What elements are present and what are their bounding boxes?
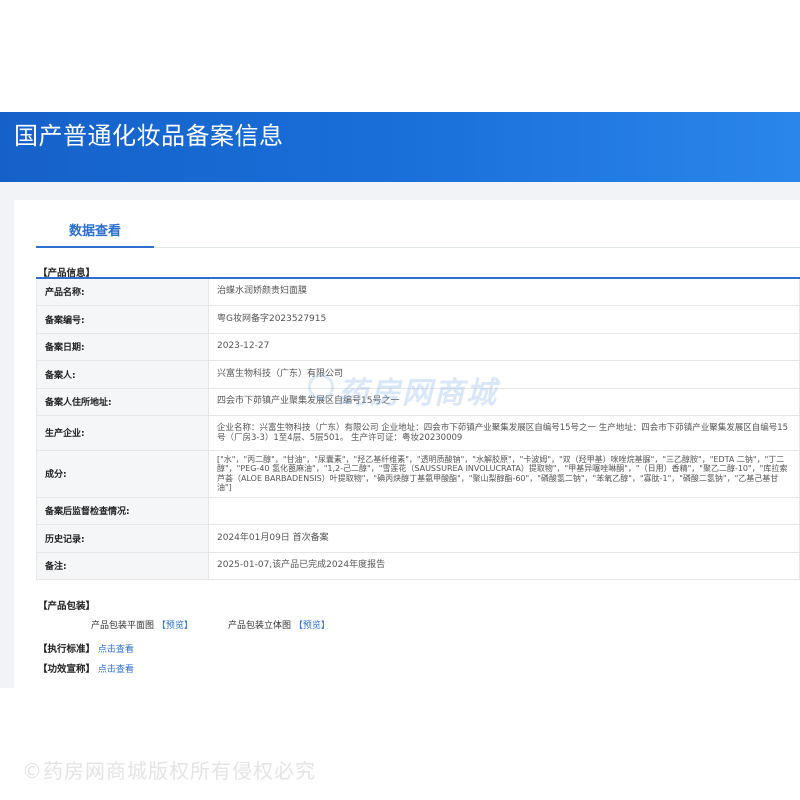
tab-data-view-label: 数据查看 xyxy=(68,224,121,239)
table-row: 产品名称: 治蝶水润娇颜贵妇面膜 xyxy=(36,277,800,306)
row-label: 产品名称: xyxy=(36,277,209,306)
packaging-solid-label: 产品包装立体图 xyxy=(228,621,292,631)
standard-view-link[interactable]: 点击查看 xyxy=(98,645,134,655)
row-label: 备案人住所地址: xyxy=(36,387,209,416)
row-label: 备案日期: xyxy=(36,332,209,361)
filer-address-value: 四会市下茆镇产业聚集发展区自编号15号之一 xyxy=(208,387,800,416)
watermark-logo-icon xyxy=(308,374,334,400)
table-row: 成分: ["水"，"丙二醇"，"甘油"，"尿囊素"，"羟乙基纤维素"，"透明质酸… xyxy=(36,449,800,498)
remarks-value: 2025-01-07,该产品已完成2024年度报告 xyxy=(208,551,800,580)
inspection-value xyxy=(208,496,800,525)
content-panel: 数据查看 【产品信息】 产品名称: 治蝶水润娇颜贵妇面膜 备案编号: 粤G妆网备… xyxy=(14,200,800,688)
page-title: 国产普通化妆品备案信息 xyxy=(14,122,284,150)
table-row: 备案编号: 粤G妆网备字2023527915 xyxy=(36,304,800,334)
top-blank-area xyxy=(0,0,800,112)
row-label: 生产企业: xyxy=(36,414,209,451)
history-value: 2024年01月09日 首次备案 xyxy=(208,523,800,553)
page-banner: 国产普通化妆品备案信息 xyxy=(0,112,800,182)
left-gutter xyxy=(0,200,14,688)
row-label: 备案人: xyxy=(36,359,209,389)
watermark-middle: 药房网商城 xyxy=(338,376,498,411)
row-label: 成分: xyxy=(36,449,209,498)
filing-number-value: 粤G妆网备字2023527915 xyxy=(208,304,800,334)
watermark-bottom: ©药房网商城版权所有侵权必究 xyxy=(22,759,316,783)
standard-title: 【执行标准】 xyxy=(38,644,96,655)
packaging-flat-label: 产品包装平面图 xyxy=(91,621,155,631)
standard-row: 【执行标准】 点击查看 xyxy=(38,641,134,655)
packaging-solid-preview-link[interactable]: 【预览】 xyxy=(294,621,330,631)
packaging-flat-preview-link[interactable]: 【预览】 xyxy=(157,621,193,631)
efficacy-title: 【功效宣称】 xyxy=(38,664,96,675)
table-row: 生产企业: 企业名称：兴富生物科技（广东）有限公司 企业地址：四会市下茆镇产业聚… xyxy=(36,414,800,451)
manufacturer-value: 企业名称：兴富生物科技（广东）有限公司 企业地址：四会市下茆镇产业聚集发展区自编… xyxy=(208,414,800,451)
efficacy-view-link[interactable]: 点击查看 xyxy=(98,665,134,675)
tab-bar: 数据查看 xyxy=(36,200,800,248)
table-row: 历史记录: 2024年01月09日 首次备案 xyxy=(36,523,800,553)
ingredients-value: ["水"，"丙二醇"，"甘油"，"尿囊素"，"羟乙基纤维素"，"透明质酸钠"，"… xyxy=(208,449,800,498)
row-label: 备注: xyxy=(36,551,209,580)
row-label: 备案编号: xyxy=(36,304,209,334)
packaging-title: 【产品包装】 xyxy=(38,601,96,612)
table-row: 备注: 2025-01-07,该产品已完成2024年度报告 xyxy=(36,551,800,580)
table-row: 备案日期: 2023-12-27 xyxy=(36,332,800,361)
row-label: 历史记录: xyxy=(36,523,209,553)
filing-date-value: 2023-12-27 xyxy=(208,332,800,361)
filer-value: 兴富生物科技（广东）有限公司 xyxy=(208,359,800,389)
efficacy-row: 【功效宣称】 点击查看 xyxy=(38,661,134,675)
product-info-table: 产品名称: 治蝶水润娇颜贵妇面膜 备案编号: 粤G妆网备字2023527915 … xyxy=(36,277,800,580)
table-row: 备案后监督检查情况: xyxy=(36,496,800,525)
packaging-flat: 产品包装平面图 【预览】 xyxy=(91,618,193,631)
banner-gap xyxy=(0,182,800,200)
product-name-value: 治蝶水润娇颜贵妇面膜 xyxy=(208,277,800,306)
row-label: 备案后监督检查情况: xyxy=(36,496,209,525)
packaging-solid: 产品包装立体图 【预览】 xyxy=(228,618,330,631)
tab-data-view[interactable]: 数据查看 xyxy=(36,218,154,248)
